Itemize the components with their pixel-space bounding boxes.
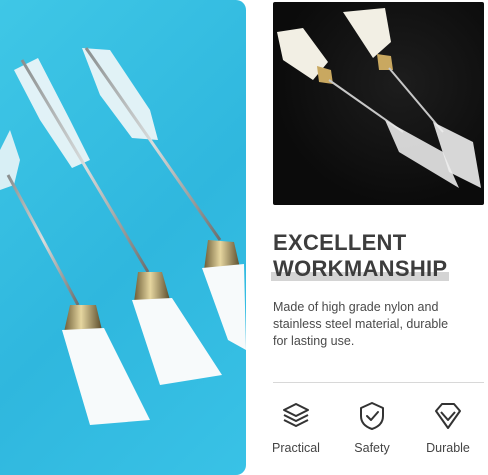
- brushes-detail-illustration: [277, 8, 481, 188]
- feature-label-durable: Durable: [426, 441, 470, 455]
- section-divider: [273, 382, 484, 383]
- feature-label-safety: Safety: [354, 441, 390, 455]
- shield-check-icon: [360, 402, 384, 430]
- headline-line-1: EXCELLENT: [273, 230, 407, 255]
- feature-label-practical: Practical: [272, 441, 320, 455]
- headline: EXCELLENT WORKMANSHIP: [271, 230, 473, 282]
- product-photo-blue: [0, 0, 246, 475]
- product-photo-black: [273, 2, 484, 205]
- diamond-icon: [435, 403, 461, 429]
- product-description: Made of high grade nylon and stainless s…: [273, 300, 449, 348]
- brushes-illustration: [0, 47, 246, 425]
- brush-1: [0, 130, 150, 425]
- feature-practical: Practical: [266, 401, 326, 455]
- feature-durable: Durable: [418, 401, 478, 455]
- layers-icon: [283, 403, 309, 427]
- brush-detail-2: [343, 8, 481, 188]
- headline-line-2: WORKMANSHIP: [273, 256, 448, 281]
- brush-detail-1: [277, 28, 459, 188]
- feature-safety: Safety: [342, 401, 402, 455]
